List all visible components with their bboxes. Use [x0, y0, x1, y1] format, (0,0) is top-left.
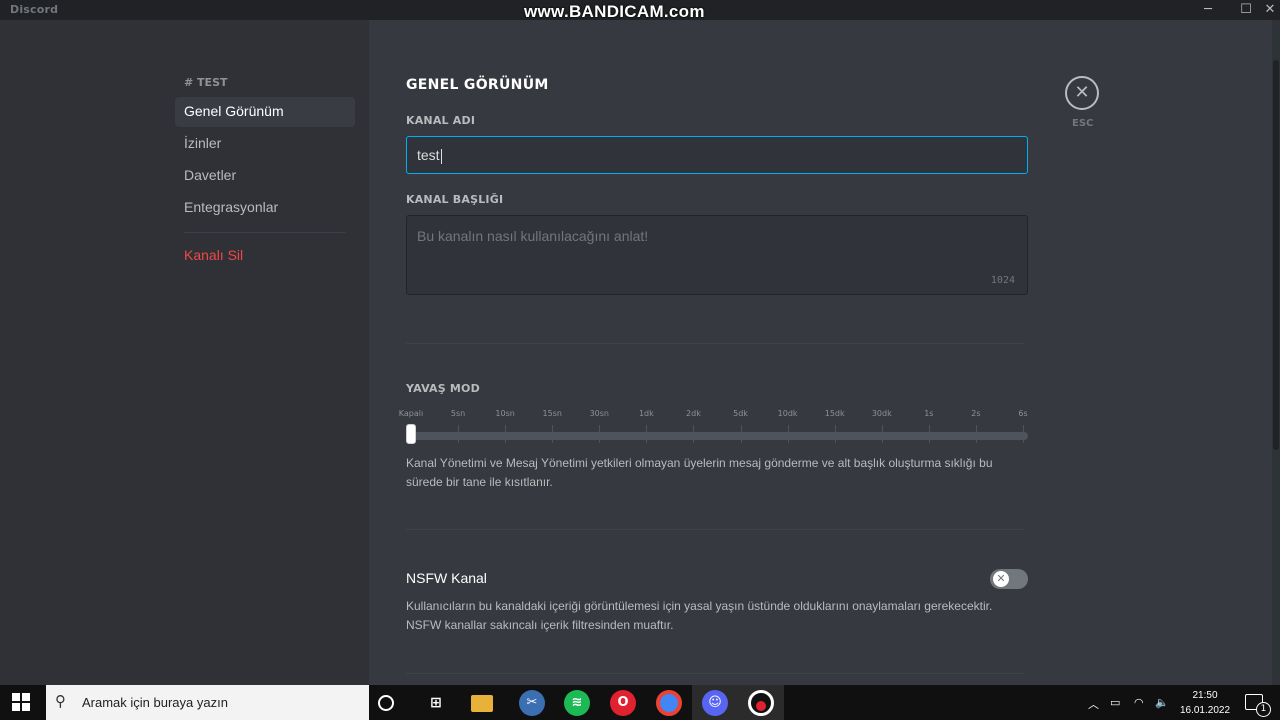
sidebar-channel-header: # TEST: [184, 76, 228, 89]
wifi-icon[interactable]: ◠: [1134, 696, 1144, 709]
taskbar-search-placeholder: Aramak için buraya yazın: [82, 695, 228, 710]
nsfw-toggle[interactable]: ✕: [990, 569, 1028, 589]
slowmode-slider-handle[interactable]: [406, 424, 416, 444]
channel-name-label: KANAL ADI: [406, 114, 476, 127]
snipping-tool-icon[interactable]: ✂: [519, 690, 545, 716]
clock-date: 16.01.2022: [1179, 705, 1231, 716]
slowmode-tick-label: 5sn: [450, 409, 466, 418]
title-bar: Discord www.BANDICAM.com ─ ☐ ✕: [0, 0, 1280, 21]
slowmode-tick-mark: [458, 425, 460, 443]
text-caret: [440, 148, 442, 164]
slowmode-tick-label: 10sn: [495, 409, 515, 418]
search-icon: ⚲: [55, 692, 66, 710]
slowmode-tick-label: 6s: [1018, 409, 1028, 418]
slowmode-tick-mark: [975, 425, 977, 443]
slowmode-description: Kanal Yönetimi ve Mesaj Yönetimi yetkile…: [406, 454, 1026, 492]
maximize-icon[interactable]: ☐: [1234, 0, 1258, 20]
slowmode-tick-mark: [505, 425, 507, 443]
file-explorer-icon[interactable]: [471, 695, 493, 712]
window-close-icon[interactable]: ✕: [1258, 0, 1280, 20]
windows-taskbar: ⚲ Aramak için buraya yazın ⊞ ✂ ≋ O ☺ ︿ ▭…: [0, 685, 1280, 720]
discord-icon[interactable]: ☺: [702, 690, 728, 716]
content-scrollbar[interactable]: [1272, 20, 1280, 685]
slowmode-tick-mark: [787, 425, 789, 443]
slowmode-tick-mark: [646, 425, 648, 443]
slowmode-tick-label: 1dk: [638, 409, 654, 418]
slowmode-description-line: sürede bir tane ile kısıtlanır.: [406, 475, 553, 489]
topic-char-counter: 1024: [990, 275, 1015, 286]
tray-overflow-icon[interactable]: ︿: [1088, 696, 1099, 712]
slowmode-tick-labels: Kapalı 5sn 10sn 15sn 30sn 1dk 2dk 5dk 10dk 15dk 30…: [396, 409, 1036, 421]
channel-topic-placeholder: Bu kanalın nasıl kullanılacağını anlat!: [417, 228, 649, 244]
slowmode-tick-label: 15sn: [542, 409, 562, 418]
slowmode-tick-label: 2dk: [686, 409, 701, 418]
slowmode-tick-mark: [928, 425, 930, 443]
nsfw-description: Kullanıcıların bu kanaldaki içeriği görü…: [406, 597, 1026, 635]
slowmode-tick-label: 5dk: [733, 409, 748, 418]
bandicam-icon[interactable]: [748, 690, 774, 716]
slowmode-tick-mark: [599, 425, 601, 443]
recorder-watermark: www.BANDICAM.com: [524, 2, 705, 21]
settings-content: [369, 20, 1280, 685]
taskbar-clock[interactable]: 21:50 16.01.2022: [1172, 688, 1238, 718]
sidebar-item-invites[interactable]: Davetler: [175, 161, 355, 191]
slowmode-tick-label: Kapalı: [398, 409, 424, 418]
sidebar-item-permissions[interactable]: İzinler: [175, 129, 355, 159]
slowmode-label: YAVAŞ MOD: [406, 382, 480, 395]
taskbar-search-box[interactable]: ⚲ Aramak için buraya yazın: [46, 685, 369, 720]
task-view-icon[interactable]: ⊞: [423, 690, 449, 716]
cortana-icon[interactable]: [378, 695, 394, 711]
app-name: Discord: [10, 3, 59, 16]
section-divider: [406, 529, 1025, 530]
nsfw-title: NSFW Kanal: [406, 570, 487, 586]
scrollbar-thumb[interactable]: [1273, 60, 1279, 450]
section-divider: [406, 673, 1025, 674]
chrome-icon[interactable]: [656, 690, 682, 716]
slowmode-tick-label: 2s: [971, 409, 981, 418]
opera-icon[interactable]: O: [610, 690, 636, 716]
esc-label: ESC: [1072, 118, 1094, 129]
slowmode-tick-mark: [552, 425, 554, 443]
slowmode-slider-track[interactable]: [409, 432, 1028, 440]
toggle-off-icon: ✕: [993, 571, 1009, 587]
channel-topic-label: KANAL BAŞLIĞI: [406, 193, 504, 206]
sidebar-divider: [184, 232, 346, 233]
page-title: GENEL GÖRÜNÜM: [406, 77, 549, 93]
sidebar-item-integrations[interactable]: Entegrasyonlar: [175, 193, 355, 223]
slowmode-tick-mark: [693, 425, 695, 443]
spotify-icon[interactable]: ≋: [564, 690, 590, 716]
delete-channel-button[interactable]: Kanalı Sil: [175, 241, 355, 271]
nsfw-description-line: NSFW kanallar sakıncalı içerik filtresin…: [406, 618, 674, 632]
section-divider: [406, 343, 1025, 344]
slowmode-tick-label: 1s: [924, 409, 934, 418]
battery-icon[interactable]: ▭: [1110, 696, 1120, 709]
slowmode-tick-label: 10dk: [777, 409, 798, 418]
close-settings-icon[interactable]: ✕: [1065, 76, 1099, 110]
slowmode-tick-label: 30dk: [871, 409, 892, 418]
channel-topic-input[interactable]: Bu kanalın nasıl kullanılacağını anlat! …: [406, 215, 1028, 295]
nsfw-description-line: Kullanıcıların bu kanaldaki içeriği görü…: [406, 599, 993, 613]
sidebar-item-overview[interactable]: Genel Görünüm: [175, 97, 355, 127]
clock-time: 21:50: [1192, 690, 1218, 701]
slowmode-tick-label: 30sn: [589, 409, 610, 418]
notification-count-badge: 1: [1256, 702, 1271, 717]
windows-start-icon[interactable]: [12, 693, 30, 711]
slowmode-description-line: Kanal Yönetimi ve Mesaj Yönetimi yetkile…: [406, 456, 993, 470]
volume-icon[interactable]: 🔈: [1155, 696, 1169, 709]
slowmode-tick-mark: [881, 425, 883, 443]
minimize-icon[interactable]: ─: [1196, 0, 1220, 20]
slowmode-tick-mark: [834, 425, 836, 443]
slowmode-tick-label: 15dk: [824, 409, 845, 418]
slowmode-tick-mark: [740, 425, 742, 443]
channel-name-value: test: [417, 147, 440, 163]
slowmode-tick-mark: [1023, 425, 1024, 443]
channel-name-input[interactable]: test: [406, 136, 1028, 174]
